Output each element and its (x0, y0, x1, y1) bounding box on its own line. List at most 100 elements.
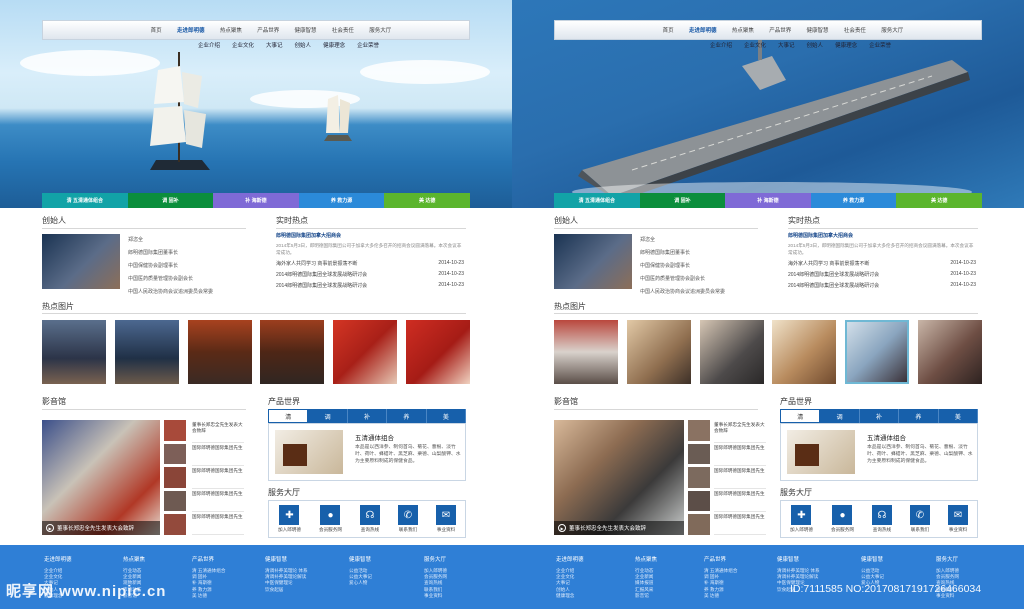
video-player[interactable]: ▶ 董事长郑忠全先生发表大会致辞 (42, 420, 160, 535)
photo-thumb[interactable] (260, 320, 325, 384)
video-list-item[interactable]: 董事长郑忠全先生发表大会致辞 (714, 420, 766, 443)
video-thumb[interactable] (164, 514, 186, 535)
video-thumb[interactable] (164, 467, 186, 488)
nav-social[interactable]: 社会责任 (332, 26, 354, 34)
video-player[interactable]: ▶ 董事长郑忠全先生发表大会致辞 (554, 420, 684, 535)
news-row[interactable]: 海外家人共同学习 商事前景振荡不断 2014-10-23 (276, 260, 464, 267)
subnav-honors[interactable]: 企业荣誉 (357, 41, 379, 49)
news-text[interactable]: 海外家人共同学习 商事前景振荡不断 (788, 260, 869, 267)
footer-heading[interactable]: 健康智慧 (349, 555, 372, 563)
footer-heading[interactable]: 走进郎明德 (44, 555, 72, 563)
footer-link[interactable]: 健康理念 (556, 593, 584, 599)
product-name[interactable]: 五清通体组合 (355, 432, 394, 442)
subnav-founder[interactable]: 创始人 (807, 41, 824, 49)
footer-heading[interactable]: 健康智慧 (861, 555, 884, 563)
nav-service[interactable]: 服务大厅 (369, 26, 391, 34)
nav-health[interactable]: 健康智慧 (807, 26, 829, 34)
subnav-concept[interactable]: 健康理念 (835, 41, 857, 49)
nav-about[interactable]: 走进郎明德 (177, 26, 205, 34)
banner-tab-yang[interactable]: 养 救力源 (298, 193, 385, 208)
subnav-honors[interactable]: 企业荣誉 (869, 41, 891, 49)
product-tab[interactable]: 调 (308, 409, 348, 423)
photo-thumb[interactable] (405, 320, 470, 384)
product-tab[interactable]: 调 (820, 409, 860, 423)
news-lead-link[interactable]: 郎明德国际集团加拿大招商会 (276, 232, 464, 239)
news-lead-link[interactable]: 郎明德国际集团加拿大招商会 (788, 232, 976, 239)
footer-link[interactable]: 美 达德 (704, 593, 737, 599)
product-tab[interactable]: 美 (938, 409, 979, 423)
footer-heading[interactable]: 走进郎明德 (556, 555, 584, 563)
subnav-intro[interactable]: 企业介绍 (710, 41, 732, 49)
news-row[interactable]: 2014郎明德国际集团全球发展战略研讨会 2014-10-23 (788, 282, 976, 289)
footer-heading[interactable]: 服务大厅 (424, 555, 447, 563)
product-tab[interactable]: 补 (859, 409, 900, 423)
video-list-item[interactable]: 国际郎明德国际集团先生 (192, 466, 244, 489)
footer-heading[interactable]: 服务大厅 (936, 555, 959, 563)
video-list-item[interactable]: 国际郎明德国际集团先生 (192, 489, 244, 512)
video-list-item[interactable]: 国际郎明德国际集团先生 (714, 466, 766, 489)
video-list-item[interactable]: 国际郎明德国际集团先生 (192, 443, 244, 466)
product-image[interactable] (275, 430, 343, 474)
service-join[interactable]: ✚ 加入郎明德 (790, 505, 813, 533)
footer-heading[interactable]: 热点聚焦 (635, 555, 657, 563)
footer-heading[interactable]: 产品世界 (192, 555, 225, 563)
banner-tab-tiao[interactable]: 调 固补 (639, 193, 726, 208)
news-text[interactable]: 海外家人共同学习 商事前景振荡不断 (276, 260, 357, 267)
footer-link[interactable]: 影音馆 (635, 593, 657, 599)
product-tab[interactable]: 美 (426, 409, 467, 423)
footer-link[interactable]: 饮食起居 (265, 587, 308, 593)
footer-link[interactable]: 美 达德 (192, 593, 225, 599)
news-text[interactable]: 2014郎明德国际集团全球发展战略研讨会 (276, 282, 367, 289)
subnav-events[interactable]: 大事记 (778, 41, 795, 49)
play-icon[interactable]: ▶ (46, 524, 54, 532)
video-thumb[interactable] (164, 490, 186, 512)
video-list-item[interactable]: 董事长郑忠全先生发表大会致辞 (192, 420, 244, 443)
news-row[interactable]: 2014郎明德国际集团全球发展战略研讨会 2014-10-23 (788, 271, 976, 278)
product-tab[interactable]: 清 (780, 409, 821, 423)
photo-thumb[interactable] (42, 320, 106, 384)
photo-thumb[interactable] (699, 320, 764, 384)
video-thumb[interactable] (688, 490, 710, 512)
nav-service[interactable]: 服务大厅 (881, 26, 903, 34)
product-tab[interactable]: 清 (268, 409, 309, 423)
nav-home[interactable]: 首页 (663, 26, 674, 34)
photo-thumb[interactable] (917, 320, 982, 384)
video-list-item[interactable]: 国际郎明德国际集团先生 (192, 512, 244, 535)
photo-thumb[interactable] (626, 320, 691, 384)
subnav-intro[interactable]: 企业介绍 (198, 41, 220, 49)
service-hotline[interactable]: ☊ 查询热线 (359, 505, 380, 533)
subnav-concept[interactable]: 健康理念 (323, 41, 345, 49)
footer-heading[interactable]: 健康智慧 (265, 555, 308, 563)
subnav-founder[interactable]: 创始人 (295, 41, 312, 49)
nav-health[interactable]: 健康智慧 (295, 26, 317, 34)
nav-products[interactable]: 产品世界 (257, 26, 279, 34)
news-row[interactable]: 海外家人共同学习 商事前景振荡不断 2014-10-23 (788, 260, 976, 267)
nav-home[interactable]: 首页 (151, 26, 162, 34)
photo-thumb[interactable] (333, 320, 398, 384)
video-thumb[interactable] (688, 514, 710, 535)
banner-tab-bu[interactable]: 补 海斯德 (725, 193, 811, 208)
news-text[interactable]: 2014郎明德国际集团全球发展战略研讨会 (788, 271, 879, 278)
service-docs[interactable]: ✉ 事业资料 (435, 505, 456, 533)
nav-hot-focus[interactable]: 热点聚焦 (732, 26, 754, 34)
banner-tab-qing[interactable]: 清 五清通体组合 (42, 193, 128, 208)
news-row[interactable]: 2014郎明德国际集团全球发展战略研讨会 2014-10-23 (276, 282, 464, 289)
product-tab[interactable]: 养 (387, 409, 427, 423)
photo-thumb[interactable] (114, 320, 179, 384)
banner-tab-mei[interactable]: 美 达德 (896, 193, 982, 208)
video-thumb[interactable] (688, 443, 710, 465)
service-docs[interactable]: ✉ 事业资料 (947, 505, 968, 533)
service-member[interactable]: ● 会员服务网 (319, 505, 342, 533)
footer-heading[interactable]: 热点聚焦 (123, 555, 145, 563)
nav-products[interactable]: 产品世界 (769, 26, 791, 34)
footer-heading[interactable]: 产品世界 (704, 555, 737, 563)
banner-tab-tiao[interactable]: 调 固补 (127, 193, 214, 208)
photo-thumb[interactable] (187, 320, 252, 384)
video-thumb[interactable] (688, 467, 710, 488)
service-join[interactable]: ✚ 加入郎明德 (278, 505, 301, 533)
product-name[interactable]: 五清通体组合 (867, 432, 906, 442)
news-text[interactable]: 2014郎明德国际集团全球发展战略研讨会 (788, 282, 879, 289)
banner-tab-yang[interactable]: 养 救力源 (810, 193, 897, 208)
subnav-culture[interactable]: 企业文化 (232, 41, 254, 49)
video-thumb[interactable] (164, 420, 186, 441)
